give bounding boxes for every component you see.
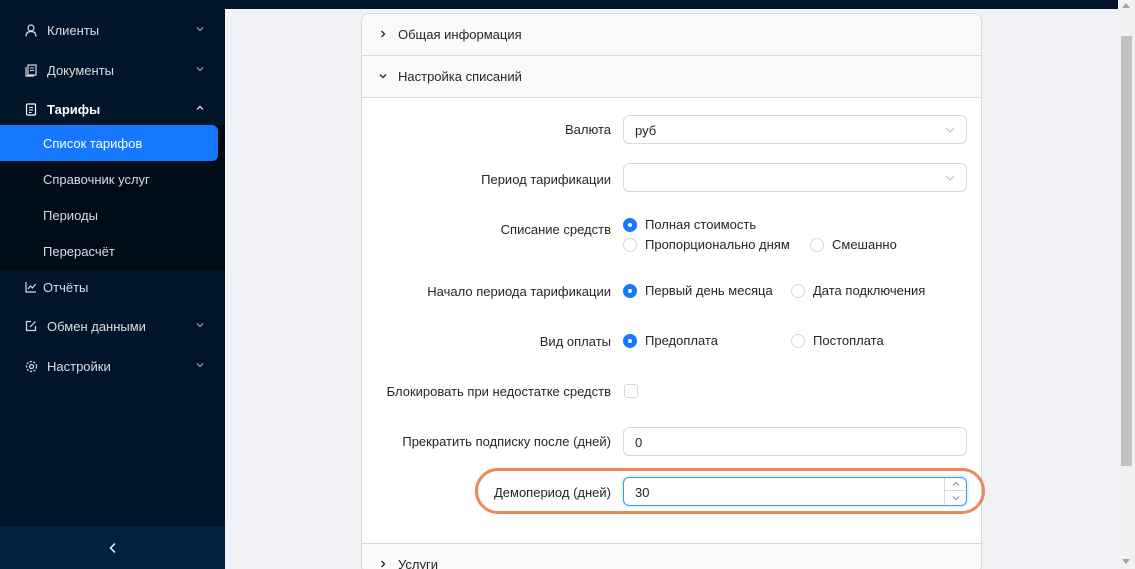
radio-checked[interactable] [623,333,637,348]
radio-label: Смешанно [832,237,897,252]
sidebar-subitem-label: Перерасчёт [43,243,115,259]
chevron-down-icon [196,323,204,328]
sidebar-item-label: Клиенты [47,22,100,38]
sidebar-item-label: Тарифы [47,101,101,117]
sidebar-item-tariffs[interactable]: Тарифы [0,91,225,127]
radio-label: Пропорционально дням [645,237,790,252]
radio-label: Дата подключения [813,283,926,298]
payment-option-postpaid[interactable]: Постоплата [791,333,884,348]
sidebar-subitem-periods[interactable]: Периоды [0,197,218,233]
stop-value: 0 [635,435,643,450]
radio-label: Постоплата [813,333,884,348]
user-icon [24,23,38,37]
panel-title: Общая информация [398,27,522,42]
start-option-first-day[interactable]: Первый день месяца [623,283,773,298]
radio-label: Предоплата [645,333,718,348]
charge-option-proportional[interactable]: Пропорционально дням [623,237,790,252]
start-label: Начало периода тарификации [427,284,611,299]
radio-checked[interactable] [623,283,637,298]
chevron-down-icon [945,127,955,133]
radio-label: Полная стоимость [645,217,757,232]
sidebar-item-clients[interactable]: Клиенты [0,12,225,48]
charge-option-mixed[interactable]: Смешанно [810,237,897,252]
sidebar: Клиенты Документы Тарифы Список тарифов … [0,0,225,569]
currency-value: руб [635,123,657,138]
sidebar-subitem-services-catalog[interactable]: Справочник услуг [0,161,218,197]
chevron-down-icon [945,175,955,181]
chevron-down-icon [196,27,204,32]
sidebar-item-documents[interactable]: Документы [0,52,225,88]
sidebar-item-reports[interactable]: Отчёты [0,269,225,305]
panel-header-charges[interactable]: Настройка списаний [362,56,981,98]
sidebar-item-settings[interactable]: Настройки [0,348,225,384]
radio-unchecked[interactable] [810,237,824,252]
block-label: Блокировать при недостатке средств [386,384,611,399]
sidebar-subitem-tariff-list[interactable]: Список тарифов [0,125,218,161]
chevron-right-icon [381,560,386,568]
panel-header-services[interactable]: Услуги [362,543,981,569]
panel-title: Услуги [398,556,438,569]
header-bar [225,0,1118,9]
chevron-down-icon [196,67,204,72]
radio-checked[interactable] [623,217,637,232]
payment-label: Вид оплаты [539,334,611,349]
scroll-up-icon[interactable] [1122,3,1130,8]
radio-label: Первый день месяца [645,283,773,298]
charge-label: Списание средств [500,222,611,237]
chevron-down-icon [379,74,387,79]
sidebar-subitem-label: Периоды [43,207,98,223]
radio-unchecked[interactable] [791,283,805,298]
radio-unchecked[interactable] [791,333,805,348]
chevron-up-icon [196,105,204,110]
chevron-right-icon [381,30,386,38]
chevron-down-icon [196,363,204,368]
block-checkbox[interactable] [624,384,638,398]
tariffs-icon [24,102,38,116]
payment-option-prepaid[interactable]: Предоплата [623,333,718,348]
chart-line-icon [24,280,38,294]
currency-label: Валюта [565,122,611,137]
currency-select[interactable]: руб [623,115,967,144]
panel-title: Настройка списаний [398,69,522,84]
sidebar-subitem-recalculation[interactable]: Перерасчёт [0,233,218,269]
sidebar-subitem-label: Справочник услуг [43,171,150,187]
sidebar-collapse-button[interactable] [0,526,225,569]
period-select[interactable] [623,163,967,192]
sidebar-item-label: Отчёты [43,279,89,295]
sidebar-item-label: Настройки [47,358,111,374]
radio-unchecked[interactable] [623,237,637,252]
scrollbar[interactable] [1118,0,1135,569]
edit-square-icon [24,319,38,333]
sidebar-subitem-label: Список тарифов [43,135,143,151]
scroll-down-icon[interactable] [1122,559,1130,564]
stop-label: Прекратить подписку после (дней) [402,434,611,449]
documents-icon [24,63,38,77]
sidebar-item-label: Обмен данными [47,318,146,334]
start-option-connection-date[interactable]: Дата подключения [791,283,925,298]
scroll-thumb[interactable] [1121,36,1132,466]
panel-header-general[interactable]: Общая информация [362,14,981,56]
stop-subscription-input[interactable]: 0 [623,427,967,456]
period-label: Период тарификации [481,172,611,187]
chevron-left-icon [109,542,115,553]
sidebar-item-label: Документы [47,62,115,78]
charge-option-full[interactable]: Полная стоимость [623,217,756,232]
gear-icon [24,359,38,373]
sidebar-item-data-exchange[interactable]: Обмен данными [0,308,225,344]
highlight-annotation [475,468,985,514]
